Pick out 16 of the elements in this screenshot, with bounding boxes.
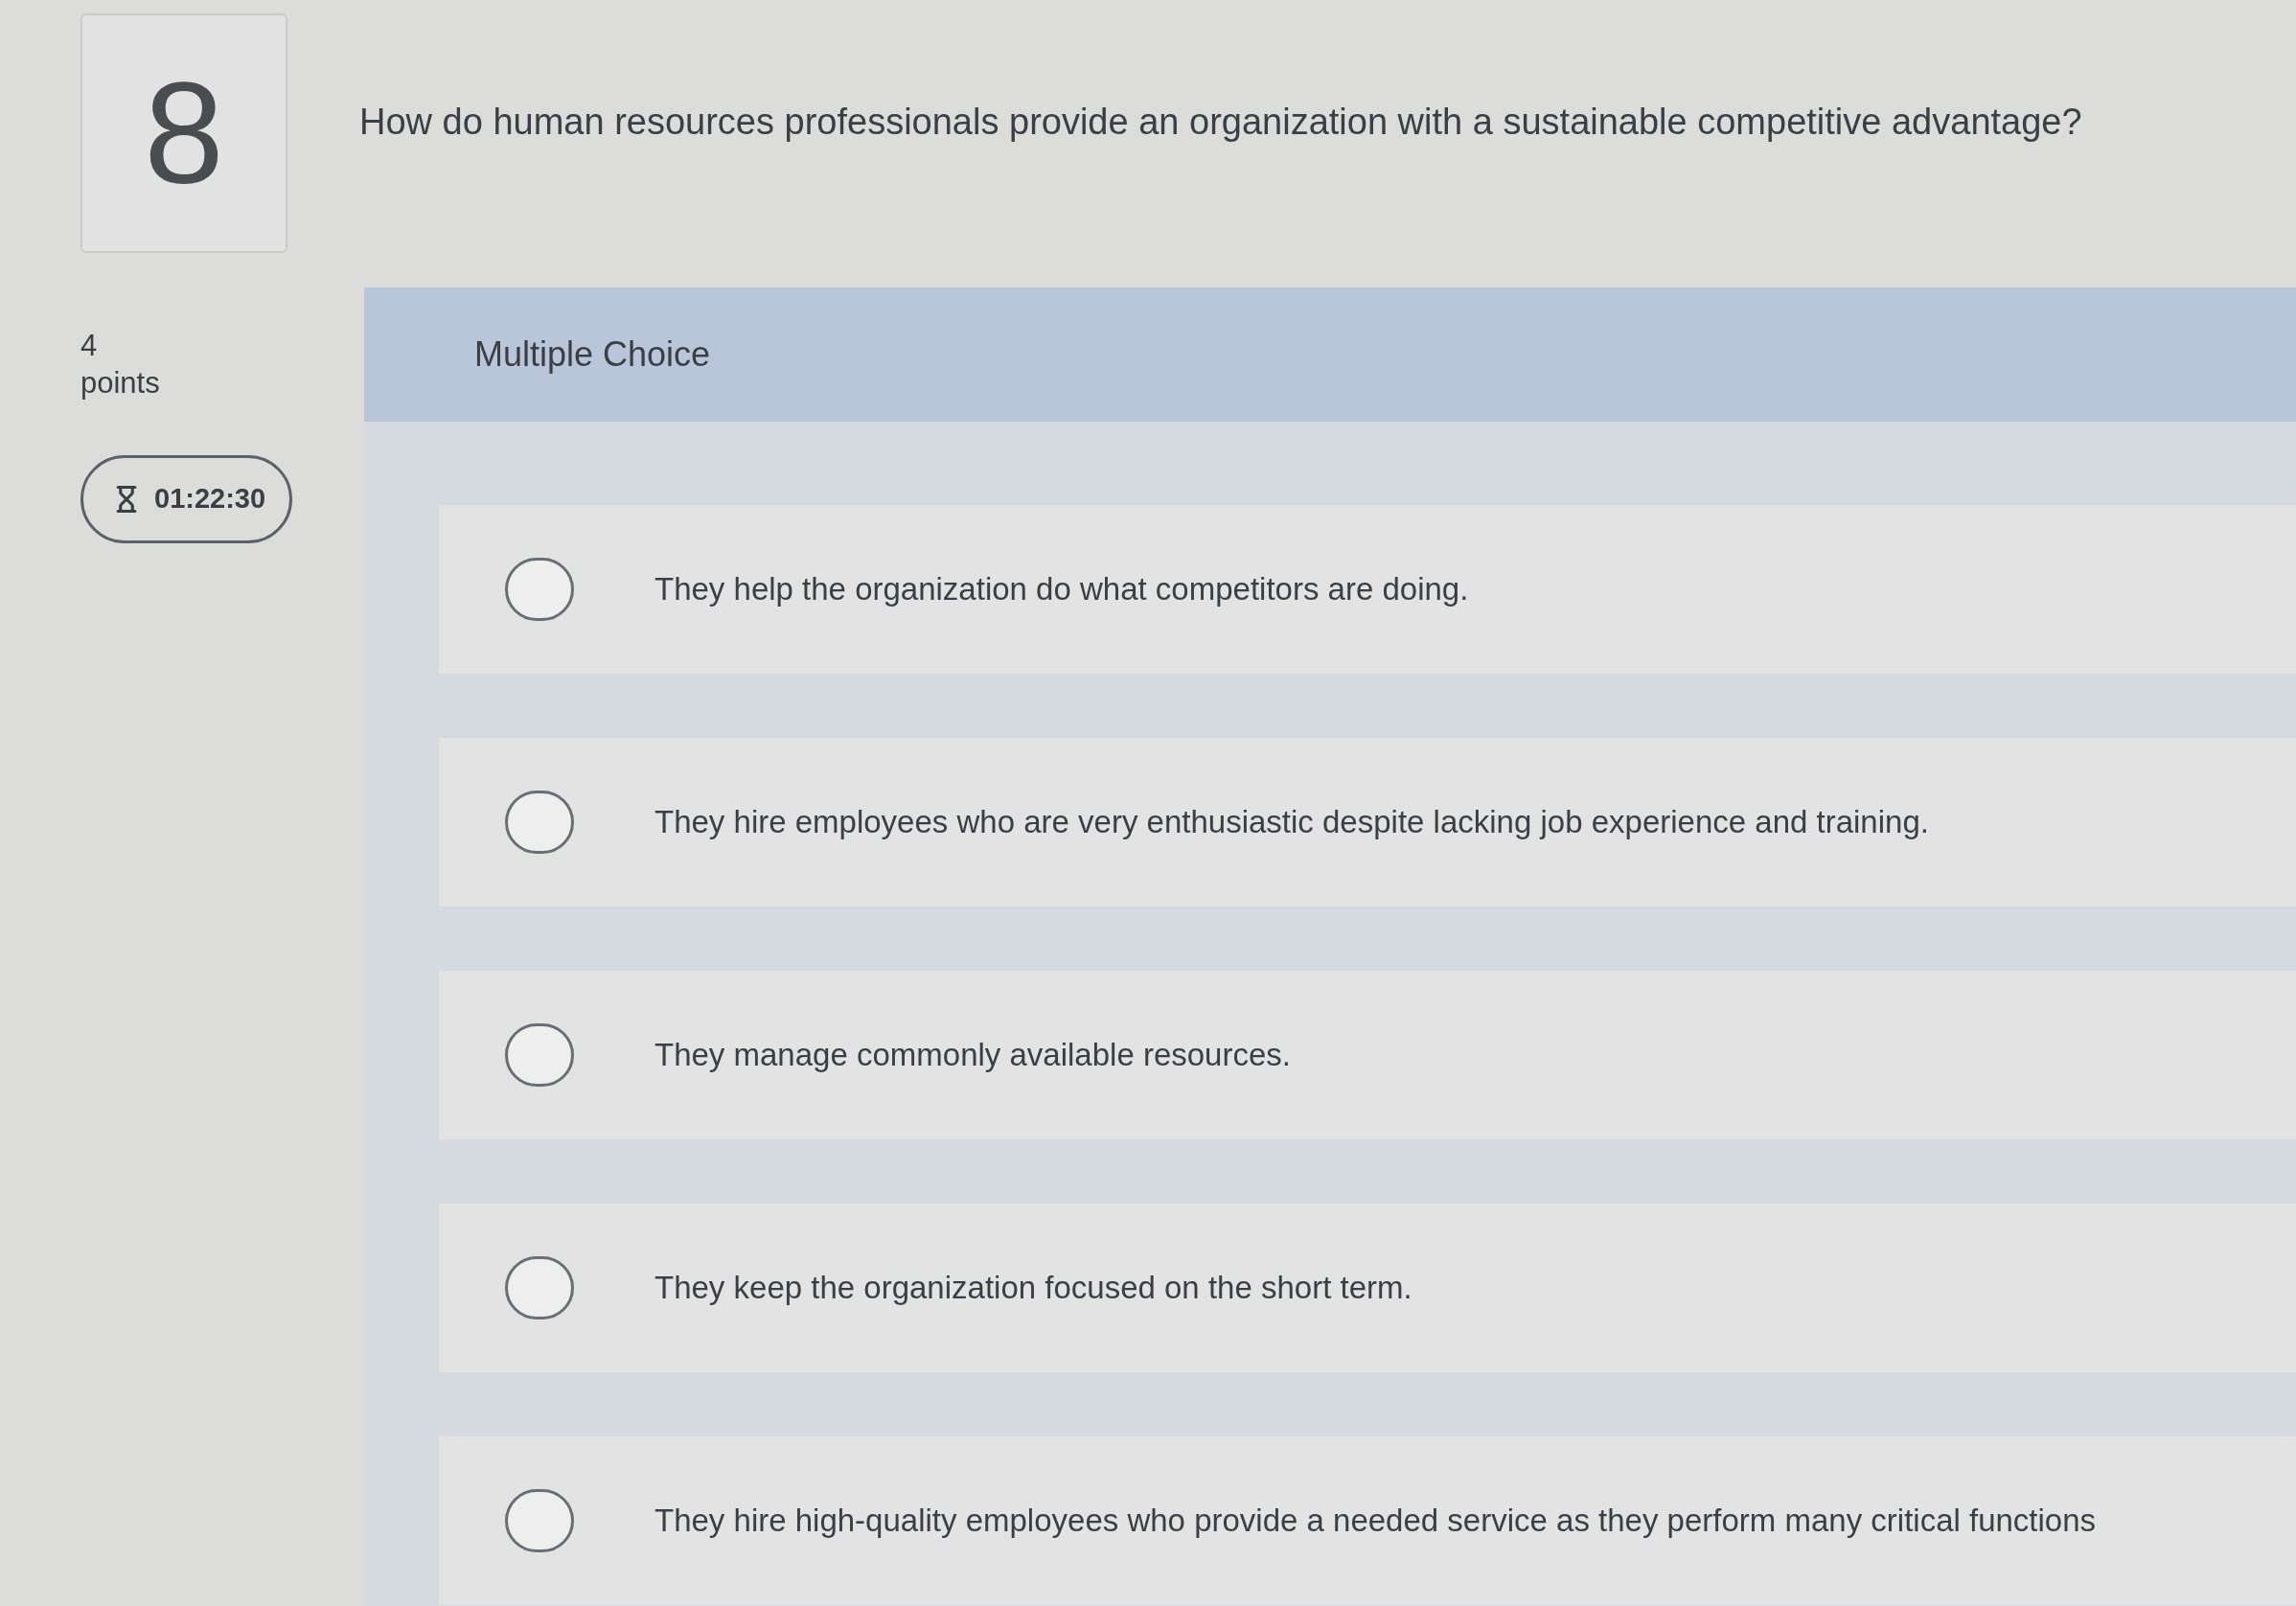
- answer-option[interactable]: They manage commonly available resources.: [439, 971, 2296, 1139]
- points-label: points: [80, 364, 160, 402]
- question-type-label: Multiple Choice: [474, 333, 711, 376]
- option-text: They hire high-quality employees who provide a needed service as they perform many critical functions: [654, 1502, 2098, 1541]
- points-value: 4: [80, 328, 98, 364]
- option-text: They manage commonly available resources.: [654, 1036, 1292, 1075]
- answer-option[interactable]: They help the organization do what competitors are doing.: [439, 505, 2296, 674]
- question-text: How do human resources professionals provide an organization with a sustainable competitive advantage?: [359, 101, 2083, 144]
- timer-text: 01:22:30: [154, 481, 266, 516]
- question-number: 8: [80, 13, 287, 253]
- option-text: They hire employees who are very enthusiastic despite lacking job experience and training.: [654, 803, 1930, 842]
- answer-option[interactable]: They hire high-quality employees who provide a needed service as they perform many critical functions: [439, 1436, 2296, 1605]
- option-text: They help the organization do what competitors are doing.: [654, 570, 1470, 609]
- option-text: They keep the organization focused on the short term.: [654, 1269, 1413, 1308]
- answer-option[interactable]: They keep the organization focused on the short term.: [439, 1204, 2296, 1372]
- answer-option[interactable]: They hire employees who are very enthusiastic despite lacking job experience and training.: [439, 738, 2296, 906]
